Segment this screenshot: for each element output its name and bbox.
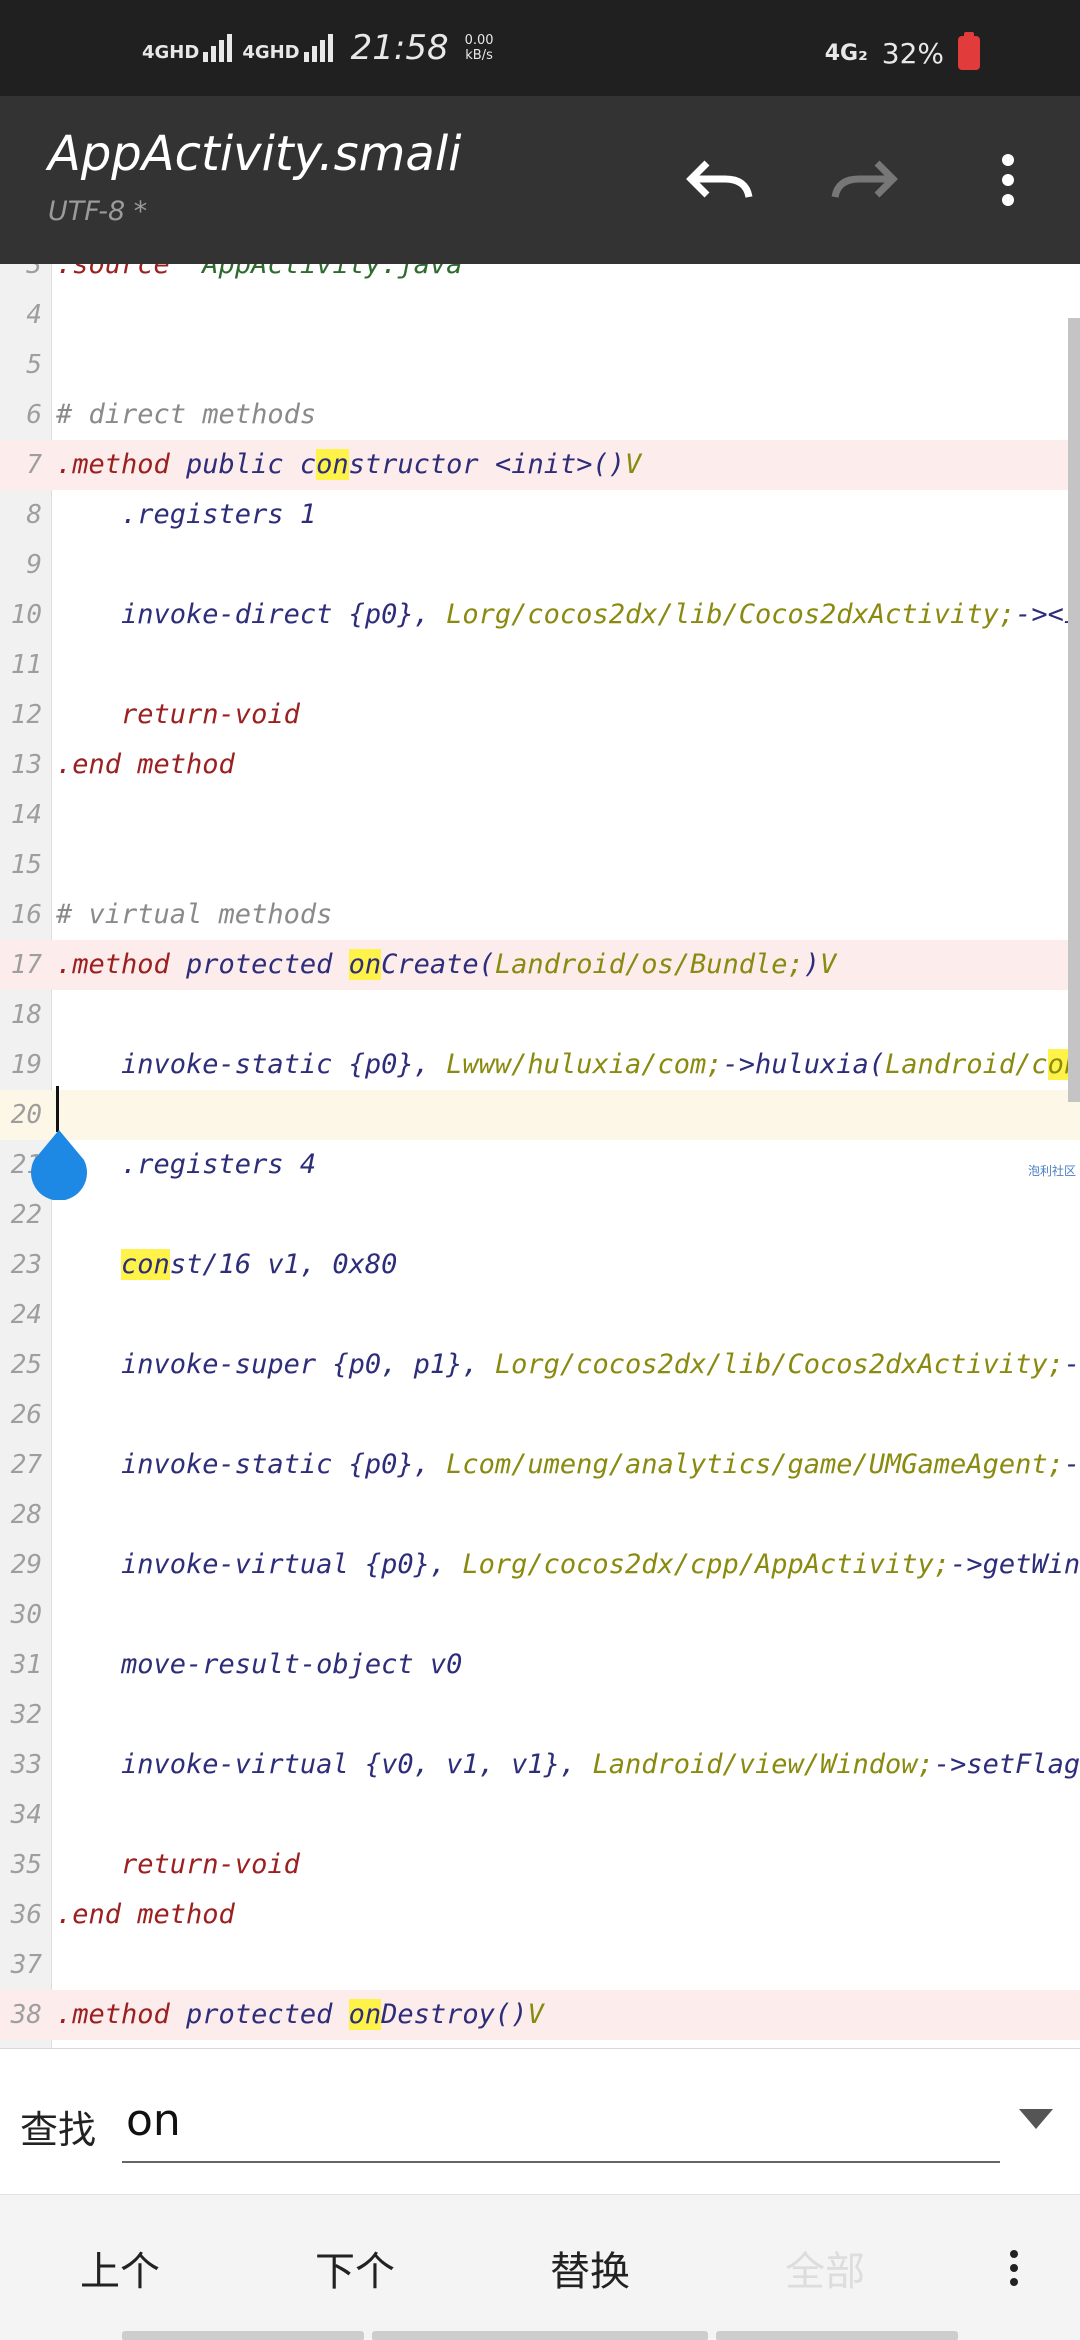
file-name: AppActivity.smali: [48, 126, 462, 182]
code-line[interactable]: 18: [0, 990, 1080, 1040]
code-text: invoke-direct {p0}, Lorg/cocos2dx/lib/Co…: [56, 599, 1080, 630]
code-line[interactable]: 33 invoke-virtual {v0, v1, v1}, Landroid…: [0, 1740, 1080, 1790]
code-line[interactable]: 27 invoke-static {p0}, Lcom/umeng/analyt…: [0, 1440, 1080, 1490]
code-line[interactable]: 4: [0, 290, 1080, 340]
code-line[interactable]: 9: [0, 540, 1080, 590]
replace-all-button[interactable]: 全部: [745, 2195, 905, 2340]
code-line[interactable]: 38 .method protected onDestroy()V: [0, 1990, 1080, 2040]
status-bar: 4GHD 4GHD 21:58 0.00 kB/s 4G₂ 32%: [0, 0, 1080, 96]
signal-bars-icon: [303, 34, 333, 62]
status-right: 4G₂ 32%: [824, 32, 980, 70]
code-line[interactable]: 29 invoke-virtual {p0}, Lorg/cocos2dx/cp…: [0, 1540, 1080, 1590]
undo-icon: [686, 160, 753, 198]
next-match-button[interactable]: 下个: [275, 2195, 435, 2340]
signal-1: 4GHD: [142, 34, 233, 62]
signal-2: 4GHD: [242, 34, 333, 62]
code-line[interactable]: 19 invoke-static {p0}, Lwww/huluxia/com;…: [0, 1040, 1080, 1090]
code-line[interactable]: 36 .end method: [0, 1890, 1080, 1940]
text-caret: [56, 1086, 59, 1132]
code-text: .method protected onDestroy()V: [56, 1999, 544, 2030]
code-line[interactable]: 21 .registers 4: [0, 1140, 1080, 1190]
code-line[interactable]: 7 .method public constructor <init>()V: [0, 440, 1080, 490]
code-line[interactable]: 32: [0, 1690, 1080, 1740]
code-text: invoke-static {p0}, Lcom/umeng/analytics…: [56, 1449, 1080, 1480]
code-line[interactable]: 22: [0, 1190, 1080, 1240]
watermark: 泡利社区: [1028, 1164, 1077, 1178]
code-text: .source "AppActivity.java": [56, 264, 479, 280]
code-line[interactable]: 3 .source "AppActivity.java": [0, 264, 1080, 290]
bottom-strip: [122, 2331, 364, 2340]
net-speed: 0.00 kB/s: [465, 33, 494, 63]
code-line[interactable]: 25 invoke-super {p0, p1}, Lorg/cocos2dx/…: [0, 1340, 1080, 1390]
code-line[interactable]: 6 # direct methods: [0, 390, 1080, 440]
bottom-strip: [716, 2331, 958, 2340]
code-editor[interactable]: 3 .source "AppActivity.java" 4 5 6 # direc…: [0, 264, 1080, 2048]
code-line[interactable]: 26: [0, 1390, 1080, 1440]
file-encoding: UTF-8 *: [48, 196, 148, 227]
find-label: 查找: [20, 2108, 97, 2152]
code-line[interactable]: 30: [0, 1590, 1080, 1640]
clock: 21:58: [350, 28, 449, 68]
code-line[interactable]: 13 .end method: [0, 740, 1080, 790]
scrollbar[interactable]: [1068, 318, 1080, 1102]
net-speed-unit: kB/s: [465, 48, 493, 63]
find-more-button[interactable]: [984, 2195, 1044, 2340]
code-line[interactable]: 34: [0, 1790, 1080, 1840]
app-bar: AppActivity.smali UTF-8 *: [0, 96, 1080, 264]
battery-icon: [958, 32, 980, 70]
bottom-strip: [372, 2331, 708, 2340]
more-vert-icon: [1002, 154, 1014, 206]
battery-level: 32%: [881, 36, 944, 70]
code-text: invoke-super {p0, p1}, Lorg/cocos2dx/lib…: [56, 1349, 1080, 1380]
code-line[interactable]: 35 return-void: [0, 1840, 1080, 1890]
code-text: .method protected onCreate(Landroid/os/B…: [56, 949, 837, 980]
code-line-current[interactable]: 20: [0, 1090, 1080, 1140]
find-history-dropdown[interactable]: [1014, 2099, 1058, 2139]
find-input[interactable]: [122, 2079, 1000, 2163]
code-line[interactable]: 37: [0, 1940, 1080, 1990]
code-line[interactable]: 17 .method protected onCreate(Landroid/os…: [0, 940, 1080, 990]
code-line[interactable]: 14: [0, 790, 1080, 840]
code-line[interactable]: 28: [0, 1490, 1080, 1540]
redo-button[interactable]: [824, 140, 904, 220]
find-bar: 查找: [0, 2048, 1080, 2194]
code-line[interactable]: 11: [0, 640, 1080, 690]
code-line[interactable]: 24: [0, 1290, 1080, 1340]
code-text: invoke-virtual {p0}, Lorg/cocos2dx/cpp/A…: [56, 1549, 1080, 1580]
code-text: invoke-static {p0}, Lwww/huluxia/com;->h…: [56, 1049, 1080, 1080]
code-text: .method public constructor <init>()V: [56, 449, 642, 480]
overflow-menu-button[interactable]: [968, 140, 1048, 220]
undo-button[interactable]: [680, 140, 760, 220]
previous-match-button[interactable]: 上个: [40, 2195, 200, 2340]
code-line[interactable]: 15: [0, 840, 1080, 890]
network-type: 4G₂: [824, 40, 868, 66]
code-line[interactable]: 23 const/16 v1, 0x80: [0, 1240, 1080, 1290]
signal-bars-icon: [203, 34, 233, 62]
code-text: invoke-virtual {v0, v1, v1}, Landroid/vi…: [56, 1749, 1080, 1780]
status-left: 4GHD 4GHD 21:58 0.00 kB/s: [142, 28, 494, 68]
redo-icon: [831, 160, 898, 198]
replace-button[interactable]: 替换: [510, 2195, 670, 2340]
code-line[interactable]: 12 return-void: [0, 690, 1080, 740]
cursor-drop-handle-icon[interactable]: [28, 1130, 90, 1200]
code-line[interactable]: 10 invoke-direct {p0}, Lorg/cocos2dx/lib…: [0, 590, 1080, 640]
code-line[interactable]: 5: [0, 340, 1080, 390]
code-text: const/16 v1, 0x80: [121, 1249, 398, 1280]
code-line[interactable]: 31 move-result-object v0: [0, 1640, 1080, 1690]
more-vert-icon: [1010, 2250, 1018, 2286]
triangle-down-icon: [1019, 2109, 1053, 2129]
code-line[interactable]: 16 # virtual methods: [0, 890, 1080, 940]
find-action-bar: 上个 下个 替换 全部: [0, 2194, 1080, 2340]
code-line[interactable]: 8 .registers 1: [0, 490, 1080, 540]
net-speed-value: 0.00: [464, 33, 494, 48]
